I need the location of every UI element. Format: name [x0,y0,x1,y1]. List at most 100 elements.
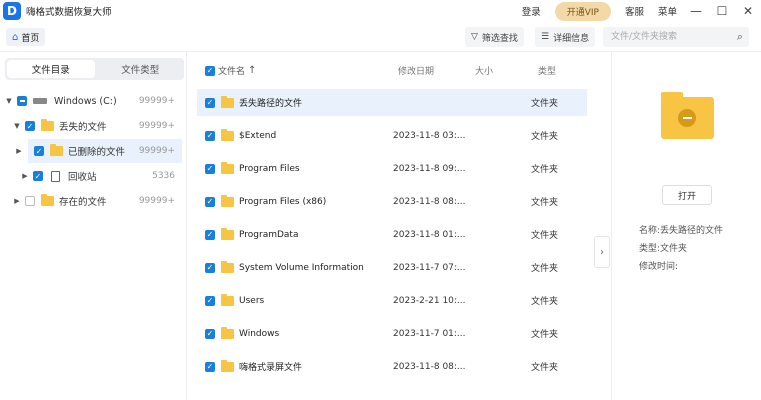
checkbox[interactable] [25,196,35,206]
table-row[interactable]: ✓ Users 2023-2-21 10:... 文件夹 [197,287,587,314]
tree-item-count: 99999+ [138,196,175,206]
file-type: 文件夹 [531,264,559,274]
folder-icon [221,227,234,240]
title-bar: D 嗨格式数据恢复大师 登录 开通VIP 客服 菜单 — ☐ ✕ [0,0,761,22]
table-row[interactable]: ✓ 嗨格式录屏文件 2023-11-8 08:... 文件夹 [197,353,587,380]
row-checkbox[interactable]: ✓ [205,262,215,273]
file-name: $Extend [239,130,277,141]
home-label: 首页 [21,33,40,44]
search-icon[interactable]: ⌕ [737,30,743,44]
table-row[interactable]: ✓ $Extend 2023-11-8 03:... 文件夹 [197,122,587,149]
table-row[interactable]: ✓ 丢失路径的文件 文件夹 [197,89,587,116]
tree-item-label: 已删除的文件 [68,147,126,158]
file-date: 2023-11-7 01:... [393,328,466,339]
folder-icon [221,293,234,306]
row-checkbox[interactable]: ✓ [205,163,215,174]
caret-down-icon[interactable]: ▼ [12,122,22,130]
row-checkbox[interactable]: ✓ [205,295,215,306]
close-button[interactable]: ✕ [735,0,761,22]
file-date: 2023-11-8 03:... [393,130,466,141]
file-name: ProgramData [239,229,299,240]
tree-item-label: Windows (C:) [54,95,117,107]
folder-lost-preview-icon [661,92,714,139]
file-date: 2023-11-8 08:... [393,196,466,207]
details-button[interactable]: ☰ 详细信息 [535,27,596,47]
open-vip-button[interactable]: 开通VIP [554,1,611,21]
row-checkbox[interactable]: ✓ [205,130,215,141]
table-row[interactable]: ✓ System Volume Information 2023-11-7 07… [197,254,587,281]
header-name-label: 文件名 [218,67,246,77]
tree-item-recycle-bin[interactable]: ▶ ✓ 回收站 5336 [0,164,187,188]
checkbox[interactable]: ✓ [25,121,35,131]
collapse-panel-handle[interactable]: › [594,236,610,268]
toolbar: ⌂ 首页 ▽ 筛选查找 ☰ 详细信息 ⌕ [0,22,761,52]
maximize-button[interactable]: ☐ [709,0,735,22]
left-panel: 文件目录 文件类型 ▼ Windows (C:) 99999+ ▼ ✓ 丢失的文… [0,52,187,400]
folder-icon [221,128,234,141]
tree-item-existing-files[interactable]: ▶ 存在的文件 99999+ [0,189,187,213]
file-type: 文件夹 [531,198,559,208]
tree-item-deleted-files[interactable]: ▶ ✓ 已删除的文件 99999+ [16,139,182,163]
tree-item-count: 99999+ [138,121,175,131]
header-size[interactable]: 大小 [475,64,493,77]
minimize-button[interactable]: — [683,0,709,22]
list-header: ✓ 文件名 ↑ 修改日期 大小 类型 [187,52,611,88]
caret-down-icon[interactable]: ▼ [4,97,14,105]
home-button[interactable]: ⌂ 首页 [6,28,46,46]
file-date: 2023-11-8 08:... [393,361,466,372]
row-checkbox[interactable]: ✓ [205,229,215,240]
tree-item-lost-files[interactable]: ▼ ✓ 丢失的文件 99999+ [0,114,187,138]
search-box: ⌕ [603,27,749,47]
minus-circle-icon [678,109,696,127]
recycle-bin-icon [51,170,60,182]
header-type[interactable]: 类型 [538,64,556,77]
view-tabs: 文件目录 文件类型 [5,58,184,80]
row-checkbox[interactable]: ✓ [205,361,215,372]
filter-label: 筛选查找 [481,33,518,44]
tree-item-count: 99999+ [138,146,175,156]
checkbox[interactable]: ✓ [34,146,44,156]
chevron-right-icon: › [600,246,604,258]
open-button[interactable]: 打开 [662,185,712,205]
search-input[interactable] [603,27,723,47]
row-checkbox[interactable]: ✓ [205,196,215,207]
header-date[interactable]: 修改日期 [398,64,434,77]
checkbox[interactable] [17,96,27,106]
filter-icon: ▽ [471,32,478,42]
table-row[interactable]: ✓ Program Files (x86) 2023-11-8 08:... 文… [197,188,587,215]
folder-icon [221,194,234,207]
details-label: 详细信息 [553,33,590,44]
app-logo-icon: D [3,2,21,20]
header-name[interactable]: ✓ 文件名 ↑ [205,64,256,77]
tab-file-type[interactable]: 文件类型 [97,58,185,80]
folder-icon [221,359,234,372]
folder-icon [221,161,234,174]
sort-up-icon[interactable]: ↑ [248,65,256,76]
folder-lost-icon [221,95,234,108]
list-icon: ☰ [541,32,550,42]
filter-search-button[interactable]: ▽ 筛选查找 [465,27,524,47]
tree-item-windows-c[interactable]: ▼ Windows (C:) 99999+ [0,89,187,113]
file-type: 文件夹 [531,132,559,142]
support-link[interactable]: 客服 [625,4,644,18]
caret-right-icon[interactable]: ▶ [20,172,30,180]
tab-file-directory[interactable]: 文件目录 [7,60,95,78]
folder-icon [221,260,234,273]
menu-link[interactable]: 菜单 [658,4,677,18]
login-link[interactable]: 登录 [522,4,541,18]
row-checkbox[interactable]: ✓ [205,97,215,108]
detail-panel: 打开 名称:丢失路径的文件 类型:文件夹 修改时间: [611,52,761,400]
table-row[interactable]: ✓ Program Files 2023-11-8 09:... 文件夹 [197,155,587,182]
file-type: 文件夹 [531,165,559,175]
file-name: 丢失路径的文件 [239,99,303,109]
file-name: Program Files [239,163,300,174]
caret-right-icon[interactable]: ▶ [12,197,22,205]
file-date: 2023-11-8 01:... [393,229,466,240]
select-all-checkbox[interactable]: ✓ [205,65,215,76]
checkbox[interactable]: ✓ [33,171,43,181]
row-checkbox[interactable]: ✓ [205,328,215,339]
caret-right-icon[interactable]: ▶ [14,147,24,155]
file-name: Users [239,295,265,306]
table-row[interactable]: ✓ ProgramData 2023-11-8 01:... 文件夹 [197,221,587,248]
table-row[interactable]: ✓ Windows 2023-11-7 01:... 文件夹 [197,320,587,347]
